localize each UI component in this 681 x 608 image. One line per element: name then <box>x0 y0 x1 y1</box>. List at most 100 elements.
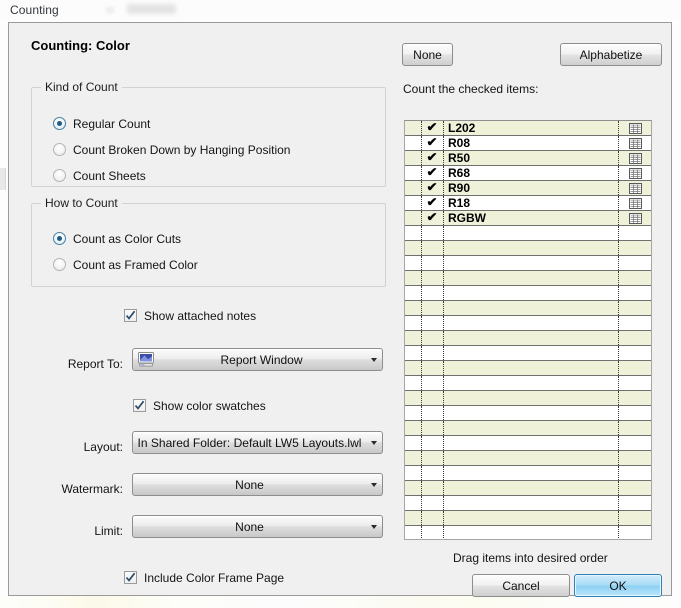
list-item[interactable]: ✔ R18 <box>405 196 651 211</box>
list-empty-row <box>405 331 651 346</box>
checkbox-include-color-frame-page[interactable]: Include Color Frame Page <box>124 569 284 586</box>
drag-handle[interactable] <box>405 196 422 210</box>
list-item[interactable]: ✔ R08 <box>405 136 651 151</box>
list-item-name <box>444 436 619 450</box>
checkbox-show-attached-notes[interactable]: Show attached notes <box>124 307 256 324</box>
list-item-checkmark <box>422 496 444 510</box>
radio-regular-count[interactable]: Regular Count <box>53 115 150 132</box>
window-edge-nub <box>0 168 6 190</box>
ok-button[interactable]: OK <box>574 574 662 597</box>
list-empty-row <box>405 436 651 451</box>
drag-handle <box>405 376 422 390</box>
list-item[interactable]: ✔ R50 <box>405 151 651 166</box>
grid-table-icon[interactable] <box>619 151 651 165</box>
watermark-combobox[interactable]: None <box>132 473 383 496</box>
alphabetize-button[interactable]: Alphabetize <box>560 43 662 66</box>
radio-regular-count-label: Regular Count <box>73 116 151 131</box>
list-item[interactable]: ✔ R68 <box>405 166 651 181</box>
cancel-button[interactable]: Cancel <box>472 574 570 597</box>
checkbox-show-attached-notes-box[interactable] <box>124 309 137 322</box>
layout-value: In Shared Folder: Default LW5 Layouts.lw… <box>137 435 362 450</box>
window-title: Counting <box>10 3 59 17</box>
radio-count-broken-down-indicator[interactable] <box>53 143 66 156</box>
chevron-down-icon[interactable] <box>366 482 382 487</box>
limit-label: Limit: <box>94 524 123 538</box>
list-item-checkmark[interactable]: ✔ <box>422 121 444 135</box>
drag-handle <box>405 421 422 435</box>
list-item-name: R90 <box>444 181 619 195</box>
list-item-checkmark[interactable]: ✔ <box>422 181 444 195</box>
list-item[interactable]: ✔ R90 <box>405 181 651 196</box>
list-empty-row <box>405 451 651 466</box>
list-empty-cell <box>619 256 651 270</box>
drag-handle <box>405 286 422 300</box>
list-empty-cell <box>619 226 651 240</box>
list-item-name <box>444 316 619 330</box>
list-item-checkmark <box>422 346 444 360</box>
radio-count-sheets-indicator[interactable] <box>53 169 66 182</box>
list-item-checkmark[interactable]: ✔ <box>422 166 444 180</box>
radio-count-as-framed-color[interactable]: Count as Framed Color <box>53 256 198 273</box>
checkbox-include-color-frame-page-box[interactable] <box>124 571 137 584</box>
list-item-checkmark[interactable]: ✔ <box>422 211 444 225</box>
grid-table-icon[interactable] <box>619 196 651 210</box>
radio-count-as-framed-color-indicator[interactable] <box>53 258 66 271</box>
list-item[interactable]: ✔ RGBW <box>405 211 651 226</box>
layout-combobox[interactable]: In Shared Folder: Default LW5 Layouts.lw… <box>132 431 383 454</box>
chevron-down-icon[interactable] <box>366 440 382 445</box>
drag-handle[interactable] <box>405 181 422 195</box>
list-item-checkmark[interactable]: ✔ <box>422 196 444 210</box>
list-item-checkmark <box>422 241 444 255</box>
grid-table-icon[interactable] <box>619 181 651 195</box>
drag-handle <box>405 496 422 510</box>
radio-regular-count-indicator[interactable] <box>53 117 66 130</box>
drag-handle[interactable] <box>405 136 422 150</box>
grid-table-icon[interactable] <box>619 136 651 150</box>
list-item-name <box>444 406 619 420</box>
drag-handle <box>405 406 422 420</box>
grid-table-icon[interactable] <box>619 166 651 180</box>
list-empty-cell <box>619 241 651 255</box>
grid-table-icon[interactable] <box>619 211 651 225</box>
radio-count-broken-down-by-hanging-position[interactable]: Count Broken Down by Hanging Position <box>53 141 290 158</box>
list-item-name: R08 <box>444 136 619 150</box>
none-button[interactable]: None <box>402 43 453 66</box>
drag-handle <box>405 226 422 240</box>
drag-handle <box>405 271 422 285</box>
list-empty-row <box>405 346 651 361</box>
list-item[interactable]: ✔ L202 <box>405 121 651 136</box>
drag-handle[interactable] <box>405 121 422 135</box>
chevron-down-icon[interactable] <box>366 524 382 529</box>
chevron-down-icon[interactable] <box>366 357 382 362</box>
radio-count-sheets[interactable]: Count Sheets <box>53 167 146 184</box>
checkmark-icon <box>125 310 136 320</box>
list-item-checkmark[interactable]: ✔ <box>422 151 444 165</box>
list-item-name <box>444 241 619 255</box>
drag-handle <box>405 301 422 315</box>
list-empty-cell <box>619 346 651 360</box>
list-item-checkmark[interactable]: ✔ <box>422 136 444 150</box>
limit-combobox[interactable]: None <box>132 515 383 538</box>
kind-of-count-group-title: Kind of Count <box>41 80 122 94</box>
radio-count-as-color-cuts-label: Count as Color Cuts <box>73 231 182 246</box>
checkmark-icon <box>125 572 136 582</box>
checkbox-show-color-swatches-box[interactable] <box>133 399 146 412</box>
drag-handle[interactable] <box>405 151 422 165</box>
report-to-combobox[interactable]: Report Window <box>132 348 383 371</box>
report-to-label: Report To: <box>67 357 123 371</box>
list-item-name <box>444 256 619 270</box>
grid-table-icon[interactable] <box>619 121 651 135</box>
drag-hint-label: Drag items into desired order <box>453 551 608 565</box>
radio-count-as-framed-color-label: Count as Framed Color <box>73 257 198 272</box>
drag-handle[interactable] <box>405 166 422 180</box>
checkbox-show-color-swatches[interactable]: Show color swatches <box>133 397 266 414</box>
drag-handle <box>405 436 422 450</box>
report-to-value: Report Window <box>220 352 303 367</box>
list-item-checkmark <box>422 256 444 270</box>
drag-handle[interactable] <box>405 211 422 225</box>
radio-count-as-color-cuts[interactable]: Count as Color Cuts <box>53 230 181 247</box>
checked-items-list[interactable]: ✔ L202 ✔ R08 ✔ R50 ✔ R68 ✔ R90 ✔ R18 ✔ RGBW <box>404 120 652 540</box>
list-item-name: L202 <box>444 121 619 135</box>
radio-count-as-color-cuts-indicator[interactable] <box>53 232 66 245</box>
checkmark-icon: ✔ <box>426 135 439 149</box>
